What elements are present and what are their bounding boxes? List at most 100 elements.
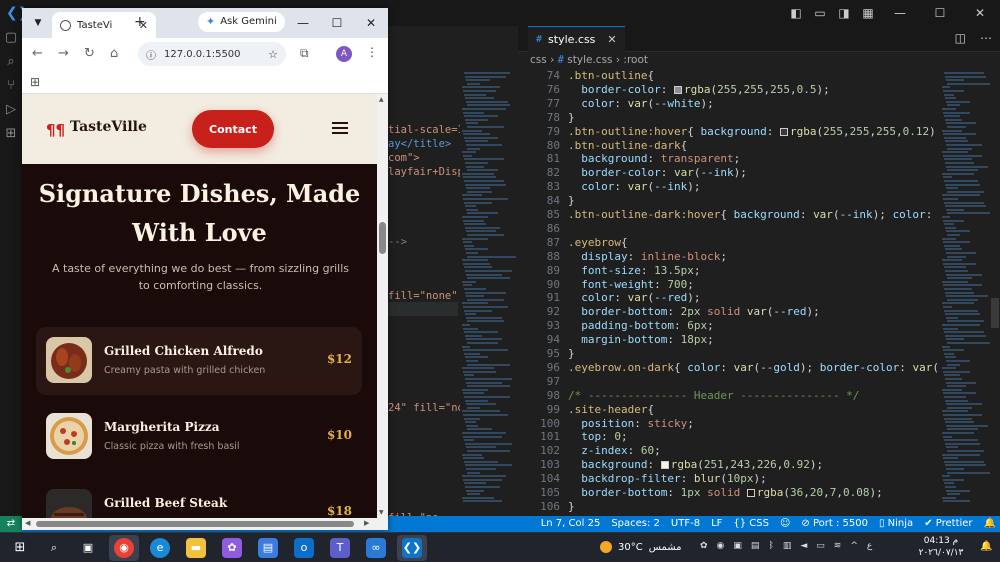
- code-line[interactable]: border-bottom: 1px solid rgba(36,20,7,0.…: [568, 486, 882, 499]
- code-line[interactable]: /* --------------- Header --------------…: [568, 389, 859, 402]
- tray-chevron-icon[interactable]: ^: [850, 541, 858, 551]
- panel-icon[interactable]: ▭: [808, 6, 832, 20]
- notification-bell-icon[interactable]: 🔔: [980, 541, 992, 552]
- tab-style-css[interactable]: # style.css ✕: [528, 26, 625, 52]
- file-explorer-icon[interactable]: ▬: [186, 538, 206, 558]
- tab-search-icon[interactable]: ▼: [30, 16, 46, 30]
- left-minimap[interactable]: [460, 68, 516, 516]
- contact-button[interactable]: Contact: [192, 110, 274, 148]
- indentation[interactable]: Spaces: 2: [611, 516, 660, 532]
- chrome-icon[interactable]: ◉: [114, 538, 134, 558]
- extensions-icon[interactable]: ⊞: [0, 122, 22, 146]
- profile-avatar[interactable]: A: [336, 46, 352, 62]
- tray-app-icon[interactable]: ▤: [751, 541, 760, 551]
- code-line[interactable]: backdrop-filter: blur(10px);: [568, 472, 766, 485]
- reload-icon[interactable]: ↻: [84, 46, 95, 61]
- run-debug-icon[interactable]: ▷: [0, 98, 22, 122]
- copilot-icon[interactable]: ☺: [780, 516, 790, 532]
- new-tab-button[interactable]: +: [134, 14, 146, 30]
- hamburger-menu-icon[interactable]: [332, 122, 348, 137]
- code-line[interactable]: margin-bottom: 18px;: [568, 333, 713, 346]
- code-line[interactable]: .site-header{: [568, 403, 654, 416]
- copilot-icon[interactable]: ✿: [222, 538, 242, 558]
- tray-chrome-icon[interactable]: ◉: [717, 541, 725, 551]
- code-line[interactable]: }: [568, 500, 575, 513]
- code-line[interactable]: .eyebrow{: [568, 236, 628, 249]
- language-indicator[interactable]: ع: [867, 541, 872, 551]
- more-actions-icon[interactable]: ⋯: [980, 31, 992, 45]
- page-horizontal-scrollbar[interactable]: ◀ ▶: [22, 518, 388, 530]
- scroll-up-icon[interactable]: ▲: [379, 96, 384, 103]
- tray-app-icon[interactable]: ▣: [733, 541, 742, 551]
- search-icon[interactable]: ⌕: [44, 538, 64, 558]
- store-icon[interactable]: ▤: [258, 538, 278, 558]
- outlook-icon[interactable]: o: [294, 538, 314, 558]
- language-mode[interactable]: {} CSS: [733, 516, 769, 532]
- clock[interactable]: 04:13 م ٢٠٢٦/٠٧/١٣: [906, 535, 976, 559]
- scroll-thumb[interactable]: [379, 222, 386, 254]
- prettier-status[interactable]: ✔ Prettier: [924, 516, 972, 532]
- ninja-status[interactable]: ▯ Ninja: [879, 516, 913, 532]
- remote-icon[interactable]: ⇄: [0, 516, 22, 532]
- forward-arrow-icon[interactable]: →: [58, 46, 69, 61]
- editor-scrollbar[interactable]: [990, 68, 1000, 516]
- code-line[interactable]: }: [568, 347, 575, 360]
- ask-gemini-button[interactable]: ✦ Ask Gemini: [198, 12, 285, 32]
- code-line[interactable]: .btn-outline-dark:hover{ background: var…: [568, 208, 938, 221]
- code-line[interactable]: }: [568, 111, 575, 124]
- right-minimap[interactable]: [940, 68, 990, 516]
- close-button[interactable]: ✕: [354, 8, 388, 38]
- address-bar[interactable]: ⓘ 127.0.0.1:5500 ☆: [138, 42, 286, 66]
- code-line[interactable]: .btn-outline-dark{: [568, 139, 687, 152]
- eol[interactable]: LF: [711, 516, 722, 532]
- code-line[interactable]: border-color: var(--ink);: [568, 166, 747, 179]
- bluetooth-icon[interactable]: ᛒ: [768, 541, 773, 551]
- code-line[interactable]: .btn-outline:hover{ background: rgba(255…: [568, 125, 938, 138]
- sidebar-icon[interactable]: ◨: [832, 6, 856, 20]
- code-line[interactable]: border-color: rgba(255,255,255,0.5);: [568, 83, 829, 96]
- code-line[interactable]: color: var(--ink);: [568, 180, 700, 193]
- edge-icon[interactable]: e: [150, 538, 170, 558]
- search-icon[interactable]: ⌕: [0, 50, 22, 74]
- encoding[interactable]: UTF-8: [671, 516, 700, 532]
- home-icon[interactable]: ⌂: [110, 46, 118, 61]
- code-line[interactable]: top: 0;: [568, 430, 627, 443]
- chrome-menu-icon[interactable]: ⋮: [366, 45, 378, 59]
- breadcrumb-symbol[interactable]: :root: [623, 54, 648, 66]
- brand-name[interactable]: TasteVille: [70, 119, 147, 135]
- code-line[interactable]: display: inline-block;: [568, 250, 727, 263]
- code-line[interactable]: .btn-outline{: [568, 69, 654, 82]
- code-editor[interactable]: 74 .btn-outline{76 border-color: rgba(255…: [518, 68, 938, 516]
- code-line[interactable]: color: var(--red);: [568, 291, 700, 304]
- task-view-icon[interactable]: ▣: [78, 538, 98, 558]
- dish-card[interactable]: Margherita Pizza Classic pizza with fres…: [36, 403, 362, 471]
- breadcrumb-folder[interactable]: css: [530, 54, 547, 66]
- vscode-icon[interactable]: ❮❯: [402, 538, 422, 558]
- code-line[interactable]: .eyebrow.on-dark{ color: var(--gold); bo…: [568, 361, 938, 374]
- code-line[interactable]: border-bottom: 2px solid var(--red);: [568, 305, 819, 318]
- code-line[interactable]: position: sticky;: [568, 417, 694, 430]
- volume-icon[interactable]: ◄: [800, 541, 807, 551]
- page-vertical-scrollbar[interactable]: ▲ ▼: [377, 94, 388, 518]
- close-button[interactable]: ✕: [960, 6, 1000, 20]
- wifi-icon[interactable]: ≋: [834, 541, 842, 551]
- page-viewport[interactable]: ¶¶ TasteVille Contact Signature Dishes, …: [22, 94, 377, 518]
- scroll-thumb[interactable]: [36, 521, 354, 527]
- breadcrumb-file[interactable]: style.css: [567, 54, 612, 66]
- scroll-down-icon[interactable]: ▼: [379, 509, 384, 516]
- back-arrow-icon[interactable]: ←: [32, 46, 43, 61]
- scroll-left-icon[interactable]: ◀: [25, 519, 30, 527]
- maximize-button[interactable]: ☐: [320, 8, 354, 38]
- weather-widget[interactable]: 30°C مشمس: [600, 541, 682, 553]
- battery-icon[interactable]: ▭: [816, 541, 825, 551]
- dish-card[interactable]: Grilled Chicken Alfredo Creamy pasta wit…: [36, 327, 362, 395]
- live-server-port[interactable]: ⊘ Port : 5500: [801, 516, 868, 532]
- split-editor-icon[interactable]: ◫: [955, 31, 966, 45]
- scroll-right-icon[interactable]: ▶: [364, 519, 369, 527]
- tray-app-icon[interactable]: ✿: [700, 541, 708, 551]
- apps-grid-icon[interactable]: ⊞: [30, 75, 40, 89]
- notifications-icon[interactable]: 🔔: [984, 516, 996, 532]
- teams-icon[interactable]: T: [330, 538, 350, 558]
- start-icon[interactable]: ⊞: [10, 538, 30, 558]
- layout-icon[interactable]: ◧: [784, 6, 808, 20]
